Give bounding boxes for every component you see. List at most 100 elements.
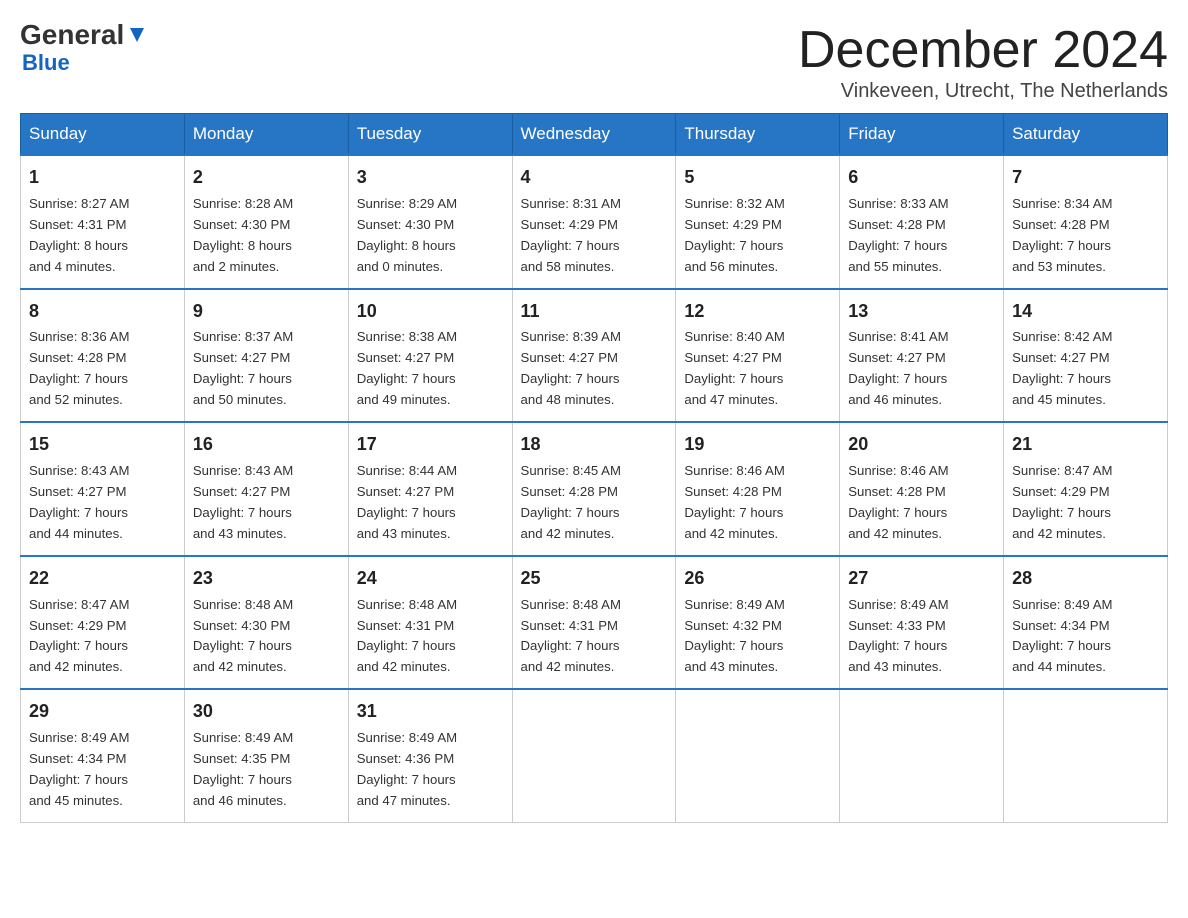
day-info: Sunrise: 8:44 AM Sunset: 4:27 PM Dayligh… (357, 463, 457, 541)
day-info: Sunrise: 8:49 AM Sunset: 4:36 PM Dayligh… (357, 730, 457, 808)
calendar-cell: 13Sunrise: 8:41 AM Sunset: 4:27 PM Dayli… (840, 289, 1004, 423)
day-info: Sunrise: 8:45 AM Sunset: 4:28 PM Dayligh… (521, 463, 621, 541)
calendar-cell: 21Sunrise: 8:47 AM Sunset: 4:29 PM Dayli… (1004, 422, 1168, 556)
day-info: Sunrise: 8:46 AM Sunset: 4:28 PM Dayligh… (848, 463, 948, 541)
weekday-header-wednesday: Wednesday (512, 114, 676, 156)
day-number: 23 (193, 565, 340, 593)
day-number: 31 (357, 698, 504, 726)
calendar-cell: 23 Sunrise: 8:48 AM Sunset: 4:30 PM Dayli… (184, 556, 348, 690)
logo-blue-label: Blue (22, 51, 70, 75)
day-number: 29 (29, 698, 176, 726)
day-info: Sunrise: 8:46 AM Sunset: 4:28 PM Dayligh… (684, 463, 784, 541)
month-title: December 2024 (798, 20, 1168, 80)
day-info: Sunrise: 8:38 AM Sunset: 4:27 PM Dayligh… (357, 329, 457, 407)
day-info: Sunrise: 8:42 AM Sunset: 4:27 PM Dayligh… (1012, 329, 1112, 407)
day-number: 7 (1012, 164, 1159, 192)
day-info: Sunrise: 8:48 AM Sunset: 4:30 PM Dayligh… (193, 597, 293, 675)
day-info: Sunrise: 8:48 AM Sunset: 4:31 PM Dayligh… (357, 597, 457, 675)
logo: General Blue (20, 20, 148, 75)
location-text: Vinkeveen, Utrecht, The Netherlands (798, 80, 1168, 103)
calendar-cell: 16 Sunrise: 8:43 AM Sunset: 4:27 PM Dayli… (184, 422, 348, 556)
day-info: Sunrise: 8:29 AM Sunset: 4:30 PM Dayligh… (357, 196, 457, 274)
logo-arrow-icon (126, 24, 148, 46)
logo-general-text: General (20, 20, 148, 51)
calendar-table: SundayMondayTuesdayWednesdayThursdayFrid… (20, 113, 1168, 823)
calendar-cell: 22Sunrise: 8:47 AM Sunset: 4:29 PM Dayli… (21, 556, 185, 690)
calendar-cell (1004, 689, 1168, 822)
calendar-cell (512, 689, 676, 822)
day-info: Sunrise: 8:33 AM Sunset: 4:28 PM Dayligh… (848, 196, 948, 274)
day-number: 18 (521, 431, 668, 459)
day-number: 1 (29, 164, 176, 192)
day-number: 17 (357, 431, 504, 459)
day-number: 9 (193, 298, 340, 326)
calendar-week-row: 1 Sunrise: 8:27 AM Sunset: 4:31 PM Daylig… (21, 155, 1168, 289)
day-number: 16 (193, 431, 340, 459)
weekday-header-tuesday: Tuesday (348, 114, 512, 156)
weekday-header-thursday: Thursday (676, 114, 840, 156)
calendar-cell: 25Sunrise: 8:48 AM Sunset: 4:31 PM Dayli… (512, 556, 676, 690)
calendar-cell: 26 Sunrise: 8:49 AM Sunset: 4:32 PM Dayli… (676, 556, 840, 690)
title-section: December 2024 Vinkeveen, Utrecht, The Ne… (798, 20, 1168, 103)
day-info: Sunrise: 8:49 AM Sunset: 4:32 PM Dayligh… (684, 597, 784, 675)
calendar-cell: 15Sunrise: 8:43 AM Sunset: 4:27 PM Dayli… (21, 422, 185, 556)
calendar-cell: 6 Sunrise: 8:33 AM Sunset: 4:28 PM Daylig… (840, 155, 1004, 289)
calendar-week-row: 15Sunrise: 8:43 AM Sunset: 4:27 PM Dayli… (21, 422, 1168, 556)
calendar-cell (840, 689, 1004, 822)
day-number: 10 (357, 298, 504, 326)
day-info: Sunrise: 8:47 AM Sunset: 4:29 PM Dayligh… (1012, 463, 1112, 541)
day-info: Sunrise: 8:28 AM Sunset: 4:30 PM Dayligh… (193, 196, 293, 274)
day-info: Sunrise: 8:47 AM Sunset: 4:29 PM Dayligh… (29, 597, 129, 675)
calendar-cell: 7 Sunrise: 8:34 AM Sunset: 4:28 PM Daylig… (1004, 155, 1168, 289)
day-info: Sunrise: 8:43 AM Sunset: 4:27 PM Dayligh… (193, 463, 293, 541)
calendar-cell: 27 Sunrise: 8:49 AM Sunset: 4:33 PM Dayli… (840, 556, 1004, 690)
day-number: 12 (684, 298, 831, 326)
calendar-cell: 14Sunrise: 8:42 AM Sunset: 4:27 PM Dayli… (1004, 289, 1168, 423)
day-number: 25 (521, 565, 668, 593)
calendar-cell: 2 Sunrise: 8:28 AM Sunset: 4:30 PM Daylig… (184, 155, 348, 289)
weekday-header-sunday: Sunday (21, 114, 185, 156)
page-header: General Blue December 2024 Vinkeveen, Ut… (20, 20, 1168, 103)
calendar-cell: 11Sunrise: 8:39 AM Sunset: 4:27 PM Dayli… (512, 289, 676, 423)
day-number: 4 (521, 164, 668, 192)
day-info: Sunrise: 8:40 AM Sunset: 4:27 PM Dayligh… (684, 329, 784, 407)
day-info: Sunrise: 8:39 AM Sunset: 4:27 PM Dayligh… (521, 329, 621, 407)
day-info: Sunrise: 8:27 AM Sunset: 4:31 PM Dayligh… (29, 196, 129, 274)
day-info: Sunrise: 8:49 AM Sunset: 4:34 PM Dayligh… (1012, 597, 1112, 675)
calendar-cell: 19Sunrise: 8:46 AM Sunset: 4:28 PM Dayli… (676, 422, 840, 556)
day-number: 5 (684, 164, 831, 192)
day-number: 2 (193, 164, 340, 192)
day-number: 30 (193, 698, 340, 726)
calendar-cell: 4 Sunrise: 8:31 AM Sunset: 4:29 PM Daylig… (512, 155, 676, 289)
calendar-cell: 28Sunrise: 8:49 AM Sunset: 4:34 PM Dayli… (1004, 556, 1168, 690)
weekday-header-row: SundayMondayTuesdayWednesdayThursdayFrid… (21, 114, 1168, 156)
day-number: 3 (357, 164, 504, 192)
day-info: Sunrise: 8:37 AM Sunset: 4:27 PM Dayligh… (193, 329, 293, 407)
day-info: Sunrise: 8:32 AM Sunset: 4:29 PM Dayligh… (684, 196, 784, 274)
calendar-week-row: 22Sunrise: 8:47 AM Sunset: 4:29 PM Dayli… (21, 556, 1168, 690)
day-number: 26 (684, 565, 831, 593)
calendar-cell: 29 Sunrise: 8:49 AM Sunset: 4:34 PM Dayli… (21, 689, 185, 822)
calendar-cell: 8Sunrise: 8:36 AM Sunset: 4:28 PM Daylig… (21, 289, 185, 423)
day-info: Sunrise: 8:34 AM Sunset: 4:28 PM Dayligh… (1012, 196, 1112, 274)
day-info: Sunrise: 8:31 AM Sunset: 4:29 PM Dayligh… (521, 196, 621, 274)
calendar-cell: 18 Sunrise: 8:45 AM Sunset: 4:28 PM Dayli… (512, 422, 676, 556)
day-number: 8 (29, 298, 176, 326)
day-number: 27 (848, 565, 995, 593)
day-number: 24 (357, 565, 504, 593)
calendar-cell: 1 Sunrise: 8:27 AM Sunset: 4:31 PM Daylig… (21, 155, 185, 289)
calendar-cell: 31 Sunrise: 8:49 AM Sunset: 4:36 PM Dayli… (348, 689, 512, 822)
calendar-cell: 5 Sunrise: 8:32 AM Sunset: 4:29 PM Daylig… (676, 155, 840, 289)
calendar-cell: 20 Sunrise: 8:46 AM Sunset: 4:28 PM Dayli… (840, 422, 1004, 556)
day-info: Sunrise: 8:49 AM Sunset: 4:33 PM Dayligh… (848, 597, 948, 675)
logo-general-label: General (20, 20, 124, 51)
calendar-cell: 9 Sunrise: 8:37 AM Sunset: 4:27 PM Daylig… (184, 289, 348, 423)
calendar-cell (676, 689, 840, 822)
day-number: 20 (848, 431, 995, 459)
day-info: Sunrise: 8:49 AM Sunset: 4:34 PM Dayligh… (29, 730, 129, 808)
day-info: Sunrise: 8:43 AM Sunset: 4:27 PM Dayligh… (29, 463, 129, 541)
day-number: 13 (848, 298, 995, 326)
weekday-header-friday: Friday (840, 114, 1004, 156)
calendar-week-row: 29 Sunrise: 8:49 AM Sunset: 4:34 PM Dayli… (21, 689, 1168, 822)
day-number: 6 (848, 164, 995, 192)
